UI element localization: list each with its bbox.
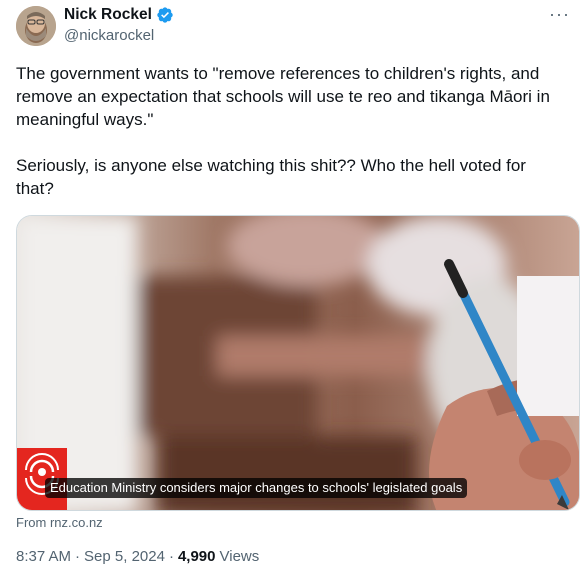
views-count[interactable]: 4,990 (178, 548, 216, 565)
author-name-row: Nick Rockel (64, 6, 174, 24)
tweet-date[interactable]: Sep 5, 2024 (84, 548, 165, 565)
avatar-photo (16, 6, 56, 46)
tweet-meta: 8:37 AM · Sep 5, 2024 · 4,990 Views (16, 548, 259, 565)
views-label: Views (219, 548, 260, 565)
tweet-text: The government wants to "remove referenc… (16, 64, 550, 198)
author-handle[interactable]: @nickarockel (64, 27, 154, 44)
card-title[interactable]: Education Ministry considers major chang… (45, 478, 468, 498)
verified-badge-icon[interactable] (156, 6, 174, 24)
card-image (17, 216, 579, 510)
meta-separator: · (168, 548, 174, 565)
tweet-time[interactable]: 8:37 AM (16, 548, 71, 565)
more-options-icon[interactable]: ··· (549, 4, 570, 25)
card-source[interactable]: From rnz.co.nz (16, 515, 103, 530)
meta-separator: · (75, 548, 81, 565)
avatar[interactable] (16, 6, 56, 46)
link-card[interactable]: Education Ministry considers major chang… (16, 215, 580, 511)
author-display-name[interactable]: Nick Rockel (64, 6, 152, 24)
